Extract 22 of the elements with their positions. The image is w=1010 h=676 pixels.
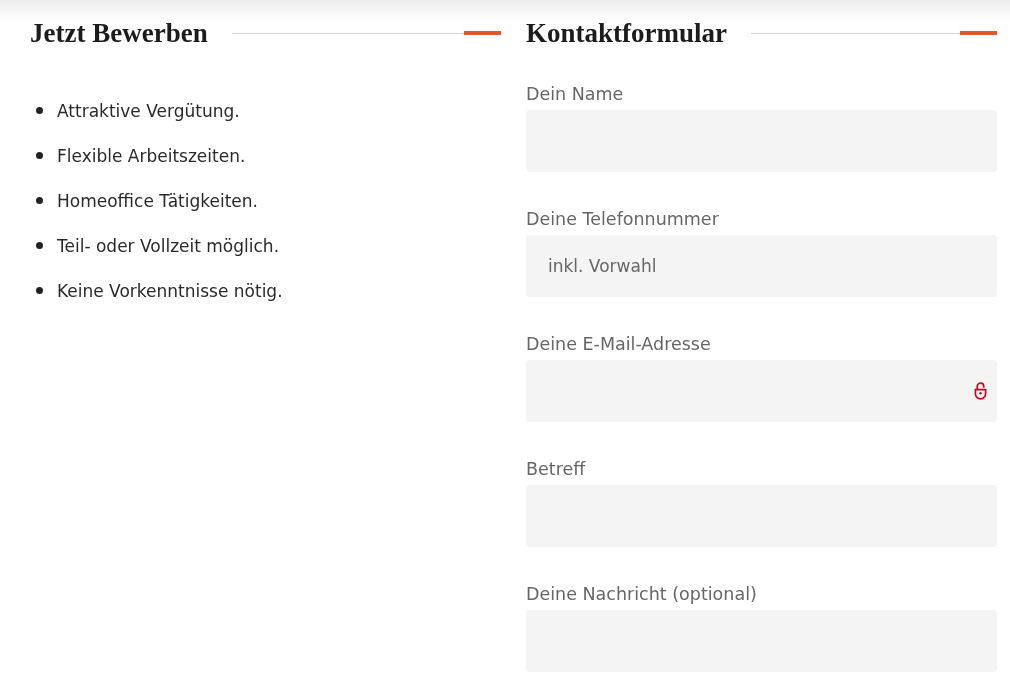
benefit-text: Homeoffice Tätigkeiten. [57, 190, 258, 211]
lock-icon[interactable] [974, 381, 987, 400]
bullet-icon [36, 287, 43, 294]
field-label: Dein Name [526, 83, 625, 106]
bullet-icon [36, 197, 43, 204]
benefit-text: Attraktive Vergütung. [57, 100, 240, 121]
field-label: Deine Nachricht (optional) [526, 583, 758, 606]
field-label: Betreff [526, 458, 587, 481]
section-heading: Jetzt Bewerben [30, 17, 208, 50]
benefit-text: Keine Vorkenntnisse nötig. [57, 280, 283, 301]
bullet-icon [36, 152, 43, 159]
bullet-icon [36, 107, 43, 114]
benefit-text: Teil- oder Vollzeit möglich. [57, 235, 280, 256]
field-label: Deine Telefonnummer [526, 208, 720, 231]
benefit-text: Flexible Arbeitszeiten. [57, 145, 246, 166]
field-label: Deine E-Mail-Adresse [526, 333, 712, 356]
input-field[interactable] [526, 360, 997, 422]
input-field[interactable]: inkl. Vorwahl [526, 235, 997, 297]
accent-bar [960, 31, 997, 35]
section-heading: Kontaktformular [526, 17, 727, 50]
accent-bar [464, 31, 501, 35]
bullet-icon [36, 242, 43, 249]
